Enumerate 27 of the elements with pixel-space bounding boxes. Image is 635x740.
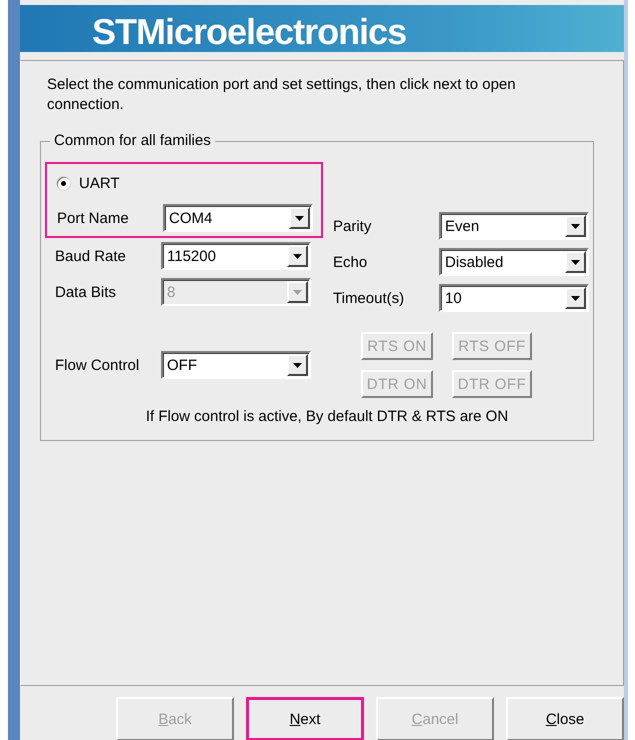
field-label: Echo xyxy=(333,254,368,270)
instruction-text: Select the communication port and set settings, then click next to open connection. xyxy=(47,75,517,115)
wizard-button[interactable]: Next xyxy=(246,697,364,740)
caret-icon xyxy=(295,216,304,220)
caret-icon xyxy=(293,362,302,368)
dropdown-field[interactable]: 115200 xyxy=(161,242,311,270)
field-label: Data Bits xyxy=(55,284,117,300)
field-label: Port Name xyxy=(57,210,130,226)
field-label: Flow Control xyxy=(55,356,140,374)
caret-icon xyxy=(293,290,302,294)
caret-icon xyxy=(571,260,580,264)
radio-label[interactable]: UART xyxy=(79,174,120,192)
radio-button[interactable] xyxy=(57,176,70,190)
field-label: Parity xyxy=(333,218,372,234)
dropdown-field[interactable]: Even xyxy=(439,212,589,240)
wizard-button[interactable]: Close xyxy=(506,697,624,740)
caret-icon xyxy=(571,296,580,300)
dropdown-field[interactable]: Disabled xyxy=(439,248,589,276)
dropdown-field[interactable]: OFF xyxy=(161,351,311,379)
caret-icon xyxy=(293,254,302,258)
caret-icon xyxy=(571,224,580,228)
logo-text: STMicroelectronics xyxy=(92,12,406,52)
dropdown-field[interactable]: 10 xyxy=(439,284,589,312)
field-label: Timeout(s) xyxy=(333,290,406,306)
dropdown-field[interactable]: COM4 xyxy=(163,204,313,232)
note-text: If Flow control is active, By default DTR & RTS are ON xyxy=(144,408,510,425)
field-label: Baud Rate xyxy=(55,248,127,264)
